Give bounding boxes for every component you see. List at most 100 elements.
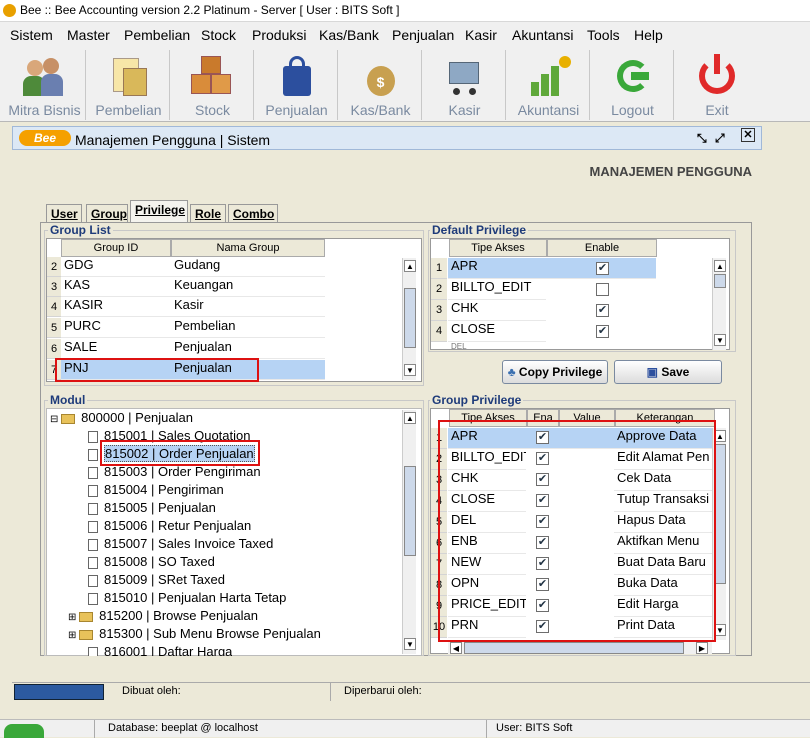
- tab-user[interactable]: User: [46, 204, 82, 222]
- toolbar-akuntansi[interactable]: Akuntansi: [508, 50, 590, 120]
- group-name-cell[interactable]: Pembelian: [171, 318, 325, 338]
- enable-checkbox[interactable]: ✔: [596, 304, 609, 317]
- tipe-akses-cell[interactable]: CHK: [448, 300, 546, 321]
- app-status-bar: Database: beeplat @ localhost User: BITS…: [0, 719, 810, 738]
- toolbar-logout[interactable]: Logout: [592, 50, 674, 120]
- tab-role[interactable]: Role: [190, 204, 226, 222]
- menu-kasbank[interactable]: Kas/Bank: [319, 27, 379, 43]
- document-icon: [88, 502, 98, 515]
- divider: [486, 720, 487, 738]
- tree-item[interactable]: 815006 | Retur Penjualan: [88, 518, 251, 533]
- tipe-akses-cell-partial[interactable]: DEL: [448, 342, 546, 349]
- scroll-up-icon[interactable]: ▲: [404, 412, 416, 424]
- enable-checkbox[interactable]: [596, 283, 609, 296]
- menu-penjualan[interactable]: Penjualan: [392, 27, 454, 43]
- tab-label: Privilege: [135, 203, 186, 217]
- modul-scrollbar[interactable]: ▲ ▼: [402, 410, 416, 654]
- group-id-cell[interactable]: KASIR: [61, 297, 171, 317]
- toolbar-label: Exit: [705, 102, 729, 118]
- people-icon: [21, 54, 69, 98]
- document-icon: [88, 430, 98, 443]
- group-name-cell[interactable]: Penjualan: [171, 339, 325, 359]
- row-number: 5: [47, 318, 61, 338]
- close-icon[interactable]: ✕: [741, 128, 755, 142]
- tree-item[interactable]: 815005 | Penjualan: [88, 500, 216, 515]
- enable-checkbox[interactable]: ✔: [596, 325, 609, 338]
- row-number: 2: [431, 279, 447, 300]
- scroll-left-icon[interactable]: ◀: [450, 642, 462, 654]
- toolbar-pembelian[interactable]: Pembelian: [88, 50, 170, 120]
- tree-label: 815004 | Pengiriman: [104, 482, 224, 497]
- app-icon: [3, 4, 16, 17]
- menu-sistem[interactable]: Sistem: [10, 27, 53, 43]
- modul-title: Modul: [48, 393, 88, 407]
- scroll-thumb[interactable]: [464, 642, 684, 654]
- group-name-cell[interactable]: Gudang: [171, 257, 325, 277]
- menu-produksi[interactable]: Produksi: [252, 27, 306, 43]
- tipe-akses-cell[interactable]: BILLTO_EDIT: [448, 279, 546, 300]
- default-privilege-scrollbar[interactable]: ▲ ▼: [712, 258, 726, 350]
- menu-master[interactable]: Master: [67, 27, 110, 43]
- menu-tools[interactable]: Tools: [587, 27, 620, 43]
- row-number: 6: [47, 339, 61, 359]
- row-number: 2: [47, 257, 61, 277]
- group-name-cell[interactable]: Kasir: [171, 297, 325, 317]
- save-button[interactable]: ▣ Save: [614, 360, 722, 384]
- toolbar-kasir[interactable]: Kasir: [424, 50, 506, 120]
- toolbar-mitra-bisnis[interactable]: Mitra Bisnis: [4, 50, 86, 120]
- enable-checkbox[interactable]: ✔: [596, 262, 609, 275]
- menu-help[interactable]: Help: [634, 27, 663, 43]
- scroll-up-icon[interactable]: ▲: [404, 260, 416, 272]
- scroll-thumb[interactable]: [404, 466, 416, 556]
- header-enable[interactable]: Enable: [547, 239, 657, 257]
- tree-folder[interactable]: ⊞ 815300 | Sub Menu Browse Penjualan: [68, 626, 321, 641]
- tree-folder[interactable]: ⊞ 815200 | Browse Penjualan: [68, 608, 258, 623]
- scroll-down-icon[interactable]: ▼: [404, 364, 416, 376]
- toolbar-stock[interactable]: Stock: [172, 50, 254, 120]
- scroll-down-icon[interactable]: ▼: [714, 334, 726, 346]
- tipe-akses-cell-selected[interactable]: APR: [448, 258, 546, 279]
- tree-item[interactable]: 815010 | Penjualan Harta Tetap: [88, 590, 286, 605]
- toolbar-kasbank[interactable]: $ Kas/Bank: [340, 50, 422, 120]
- group-id-cell[interactable]: PURC: [61, 318, 171, 338]
- tab-privilege[interactable]: Privilege: [130, 200, 188, 222]
- tree-item[interactable]: 815008 | SO Taxed: [88, 554, 215, 569]
- tree-item[interactable]: 815009 | SRet Taxed: [88, 572, 225, 587]
- scroll-thumb[interactable]: [404, 288, 416, 348]
- tree-item[interactable]: 815007 | Sales Invoice Taxed: [88, 536, 273, 551]
- header-tipe-akses[interactable]: Tipe Akses: [449, 239, 547, 257]
- tipe-akses-cell[interactable]: CLOSE: [448, 321, 546, 342]
- group-id-cell[interactable]: KAS: [61, 277, 171, 297]
- toolbar-exit[interactable]: Exit: [676, 50, 758, 120]
- menu-kasir[interactable]: Kasir: [465, 27, 497, 43]
- copy-privilege-button[interactable]: ♣ Copy Privilege: [502, 360, 608, 384]
- scroll-thumb[interactable]: [714, 274, 726, 288]
- horizontal-scrollbar[interactable]: ◀ ▶: [448, 640, 712, 654]
- header-group-id[interactable]: Group ID: [61, 239, 171, 257]
- tree-root[interactable]: ⊟ 800000 | Penjualan: [50, 410, 193, 425]
- scroll-down-icon[interactable]: ▼: [404, 638, 416, 650]
- group-name-cell[interactable]: Keuangan: [171, 277, 325, 297]
- group-id-cell[interactable]: SALE: [61, 339, 171, 359]
- scroll-up-icon[interactable]: ▲: [714, 260, 726, 272]
- tree-item[interactable]: 815004 | Pengiriman: [88, 482, 224, 497]
- menu-stock[interactable]: Stock: [201, 27, 236, 43]
- menu-akuntansi[interactable]: Akuntansi: [512, 27, 573, 43]
- document-icon: [88, 538, 98, 551]
- tree-item[interactable]: 816001 | Daftar Harga: [88, 644, 232, 656]
- toolbar-label: Kasir: [448, 102, 481, 118]
- header-nama-group[interactable]: Nama Group: [171, 239, 325, 257]
- group-list-title: Group List: [48, 223, 113, 237]
- tab-combo[interactable]: Combo: [228, 204, 278, 222]
- tab-group[interactable]: Group: [86, 204, 128, 222]
- maximize-icon[interactable]: ⤢: [715, 131, 725, 146]
- menu-pembelian[interactable]: Pembelian: [124, 27, 190, 43]
- highlight-box: [438, 420, 716, 642]
- group-id-cell[interactable]: GDG: [61, 257, 171, 277]
- tree-item[interactable]: 815003 | Order Pengiriman: [88, 464, 261, 479]
- tree-label: 816001 | Daftar Harga: [104, 644, 233, 656]
- toolbar-penjualan[interactable]: Penjualan: [256, 50, 338, 120]
- restore-icon[interactable]: ⤡: [697, 131, 707, 146]
- group-list-scrollbar[interactable]: ▲ ▼: [402, 258, 416, 380]
- scroll-right-icon[interactable]: ▶: [696, 642, 708, 654]
